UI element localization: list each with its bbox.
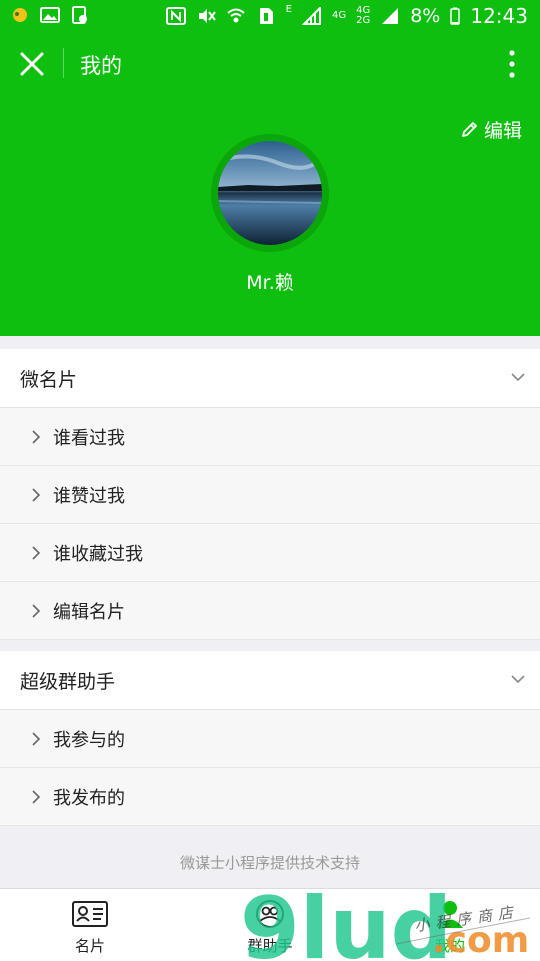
network-4g-label: 4G [331, 10, 347, 21]
more-options-icon[interactable] [502, 48, 522, 80]
section-title: 微名片 [20, 369, 78, 391]
group-icon [256, 900, 284, 928]
list-item-joined[interactable]: 我参与的 [0, 710, 540, 768]
avatar-landscape-image [218, 141, 322, 245]
tab-bar: 名片 群助手 我的 [0, 888, 540, 961]
tab-label: 我的 [434, 937, 465, 955]
list-item-who-viewed[interactable]: 谁看过我 [0, 408, 540, 466]
app-notification-icon [13, 8, 27, 22]
section-header-micro-card[interactable]: 微名片 [0, 349, 540, 408]
pencil-icon [462, 121, 477, 137]
page-title: 我的 [80, 54, 122, 78]
close-icon[interactable] [14, 46, 50, 82]
chevron-right-icon [32, 430, 41, 444]
chevron-right-icon [32, 732, 41, 746]
signal-icon-2 [382, 8, 399, 24]
list-item-who-liked[interactable]: 谁赞过我 [0, 466, 540, 524]
list-item-label: 编辑名片 [53, 602, 125, 623]
clock: 12:43 [470, 4, 528, 28]
tab-mine[interactable]: 我的 [360, 889, 540, 961]
avatar[interactable] [218, 141, 322, 245]
image-notification-icon [40, 7, 60, 23]
list-item-who-saved[interactable]: 谁收藏过我 [0, 524, 540, 582]
list-item-label: 谁赞过我 [53, 486, 125, 507]
tab-card[interactable]: 名片 [0, 889, 180, 961]
mute-icon [198, 9, 216, 23]
list-item-edit-card[interactable]: 编辑名片 [0, 582, 540, 640]
nav-divider [63, 48, 64, 78]
file-notification-icon [72, 6, 87, 24]
chevron-right-icon [32, 546, 41, 560]
list-item-label: 我发布的 [53, 788, 125, 809]
chevron-right-icon [32, 488, 41, 502]
person-icon [437, 901, 463, 928]
profile-name: Mr.赖 [246, 272, 294, 294]
chevron-down-icon [511, 675, 525, 684]
section-title: 超级群助手 [20, 671, 116, 693]
edit-profile-button[interactable]: 编辑 [460, 116, 522, 143]
tab-label: 群助手 [247, 937, 293, 955]
battery-icon [450, 7, 461, 25]
chevron-right-icon [32, 790, 41, 804]
nfc-icon [165, 7, 186, 25]
list-item-published[interactable]: 我发布的 [0, 768, 540, 826]
chevron-right-icon [32, 604, 41, 618]
nav-bar: 我的 [0, 34, 540, 94]
list-item-label: 我参与的 [53, 730, 125, 751]
list-item-label: 谁看过我 [53, 428, 125, 449]
tab-group-assistant[interactable]: 群助手 [180, 889, 360, 961]
signal-icon [301, 7, 321, 25]
network-type-badge-2: 4G 2G [356, 6, 370, 26]
edit-label: 编辑 [483, 120, 522, 142]
sim-icon [259, 8, 273, 24]
section-header-group-assistant[interactable]: 超级群助手 [0, 651, 540, 710]
status-bar: E 4G 4G 2G 8% 12:43 [0, 0, 540, 34]
tab-label: 名片 [74, 937, 105, 955]
e-indicator: E [285, 4, 292, 15]
list-item-label: 谁收藏过我 [53, 544, 143, 565]
tech-support-note: 微谋士小程序提供技术支持 [179, 854, 360, 872]
network-2g-label: 2G [356, 15, 371, 26]
battery-percent: 8% [410, 5, 441, 27]
card-icon [72, 901, 108, 927]
network-type-badge: 4G [332, 11, 346, 21]
chevron-down-icon [511, 373, 525, 382]
wifi-icon [226, 8, 245, 23]
